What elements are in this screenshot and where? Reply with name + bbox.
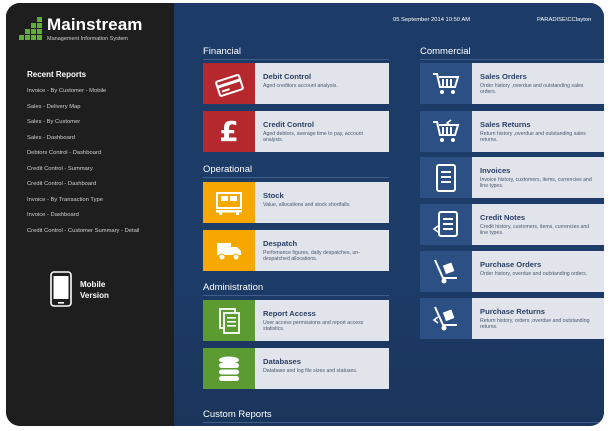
tile-description: Perfomance figures, daily despatches, un…	[263, 250, 360, 263]
section-commercial: Commercial	[420, 46, 471, 57]
tile-title: Sales Returns	[480, 120, 531, 129]
main-dashboard: 05 September 2014 10:50 AM PARADISE\CCla…	[174, 3, 604, 426]
recent-report-link[interactable]: Sales - Dashboard	[27, 134, 139, 150]
tile-stock[interactable]: Stock Value, allocations and stock short…	[203, 182, 389, 223]
app-title: Mainstream	[47, 15, 143, 34]
section-divider	[203, 422, 601, 423]
tile-description: User access permissions and report acces…	[263, 320, 364, 333]
tile-invoices[interactable]: Invoices Invoice history, customers, ite…	[420, 157, 604, 198]
user-name: PARADISE\CClayton	[537, 17, 592, 23]
tile-debit-control[interactable]: Debit Control Aged creditors account ana…	[203, 63, 389, 104]
recent-reports-list: Invoice - By Customer - Mobile Sales - D…	[27, 87, 139, 242]
cart-return-icon	[420, 111, 472, 152]
section-divider	[203, 59, 389, 60]
recent-report-link[interactable]: Credit Control - Summary	[27, 165, 139, 181]
tile-title: Debit Control	[263, 72, 312, 81]
tile-credit-notes[interactable]: Credit Notes Credit history, customers, …	[420, 204, 604, 245]
section-financial: Financial	[203, 46, 242, 57]
trolley-icon	[420, 251, 472, 292]
tile-description: Value, allocations and stock shortfalls.	[263, 202, 351, 208]
tile-title: Report Access	[263, 309, 316, 318]
logo-icon	[19, 17, 45, 43]
tile-description: Database and log file sizes and statuses…	[263, 368, 358, 374]
tile-report-access[interactable]: Report Access User access permissions an…	[203, 300, 389, 341]
recent-reports-heading: Recent Reports	[27, 70, 87, 79]
tile-title: Sales Orders	[480, 72, 527, 81]
tile-title: Invoices	[480, 166, 511, 175]
mobile-version-label: Mobile Version	[80, 279, 140, 301]
app-subtitle: Management Information System	[47, 36, 129, 42]
mobile-label-line1: Mobile	[80, 280, 106, 289]
section-divider	[203, 295, 389, 296]
tile-sales-orders[interactable]: Sales Orders Order history ,overdue and …	[420, 63, 604, 104]
phone-icon	[50, 271, 72, 307]
cart-icon	[420, 63, 472, 104]
tile-description: Aged creditors account analysis.	[263, 83, 338, 89]
tile-description: Return history ,overdue and outstanding …	[480, 131, 586, 144]
invoice-icon	[420, 157, 472, 198]
tile-description: Invoice history, customers, items, curre…	[480, 177, 592, 190]
recent-report-link[interactable]: Invoice - By Customer - Mobile	[27, 87, 139, 103]
mobile-label-line2: Version	[80, 291, 109, 300]
pallet-icon	[203, 182, 255, 223]
recent-report-link[interactable]: Debtors Control - Dashboard	[27, 149, 139, 165]
tile-description: Order history, overdue and outstanding o…	[480, 271, 588, 277]
tile-databases[interactable]: Databases Database and log file sizes an…	[203, 348, 389, 389]
trolley-return-icon	[420, 298, 472, 339]
tile-description: Return history, orders ,overdue and outs…	[480, 318, 590, 331]
database-icon	[203, 348, 255, 389]
sidebar: Mainstream Management Information System…	[6, 3, 174, 426]
tile-description: Aged debtors, average time to pay, accou…	[263, 131, 363, 144]
section-divider	[203, 177, 389, 178]
recent-report-link[interactable]: Sales - By Customer	[27, 118, 139, 134]
truck-icon	[203, 230, 255, 271]
tile-title: Despatch	[263, 239, 298, 248]
recent-report-link[interactable]: Credit Control - Customer Summary - Deta…	[27, 227, 139, 243]
card-icon	[203, 63, 255, 104]
app-window: Mainstream Management Information System…	[6, 3, 604, 426]
section-administration: Administration	[203, 282, 264, 293]
tile-description: Order history ,overdue and outstanding s…	[480, 83, 584, 96]
recent-report-link[interactable]: Credit Control - Dashboard	[27, 180, 139, 196]
tile-despatch[interactable]: Despatch Perfomance figures, daily despa…	[203, 230, 389, 271]
section-divider	[420, 59, 604, 60]
tile-purchase-returns[interactable]: Purchase Returns Return history, orders …	[420, 298, 604, 339]
tile-purchase-orders[interactable]: Purchase Orders Order history, overdue a…	[420, 251, 604, 292]
section-custom-reports: Custom Reports	[203, 409, 272, 420]
recent-report-link[interactable]: Sales - Delivery Map	[27, 103, 139, 119]
tile-title: Databases	[263, 357, 301, 366]
recent-report-link[interactable]: Invoice - Dashboard	[27, 211, 139, 227]
tile-sales-returns[interactable]: Sales Returns Return history ,overdue an…	[420, 111, 604, 152]
section-operational: Operational	[203, 164, 253, 175]
tile-title: Credit Notes	[480, 213, 526, 222]
documents-icon	[203, 300, 255, 341]
tile-title: Purchase Returns	[480, 307, 545, 316]
tile-credit-control[interactable]: £ Credit Control Aged debtors, average t…	[203, 111, 389, 152]
datetime-display: 05 September 2014 10:50 AM	[393, 17, 471, 23]
tile-description: Credit history, customers, items, curren…	[480, 224, 590, 237]
recent-report-link[interactable]: Invoice - By Transaction Type	[27, 196, 139, 212]
tile-title: Purchase Orders	[480, 260, 542, 269]
pound-icon: £	[203, 111, 255, 152]
credit-note-icon	[420, 204, 472, 245]
tile-title: Stock	[263, 191, 284, 200]
tile-title: Credit Control	[263, 120, 315, 129]
